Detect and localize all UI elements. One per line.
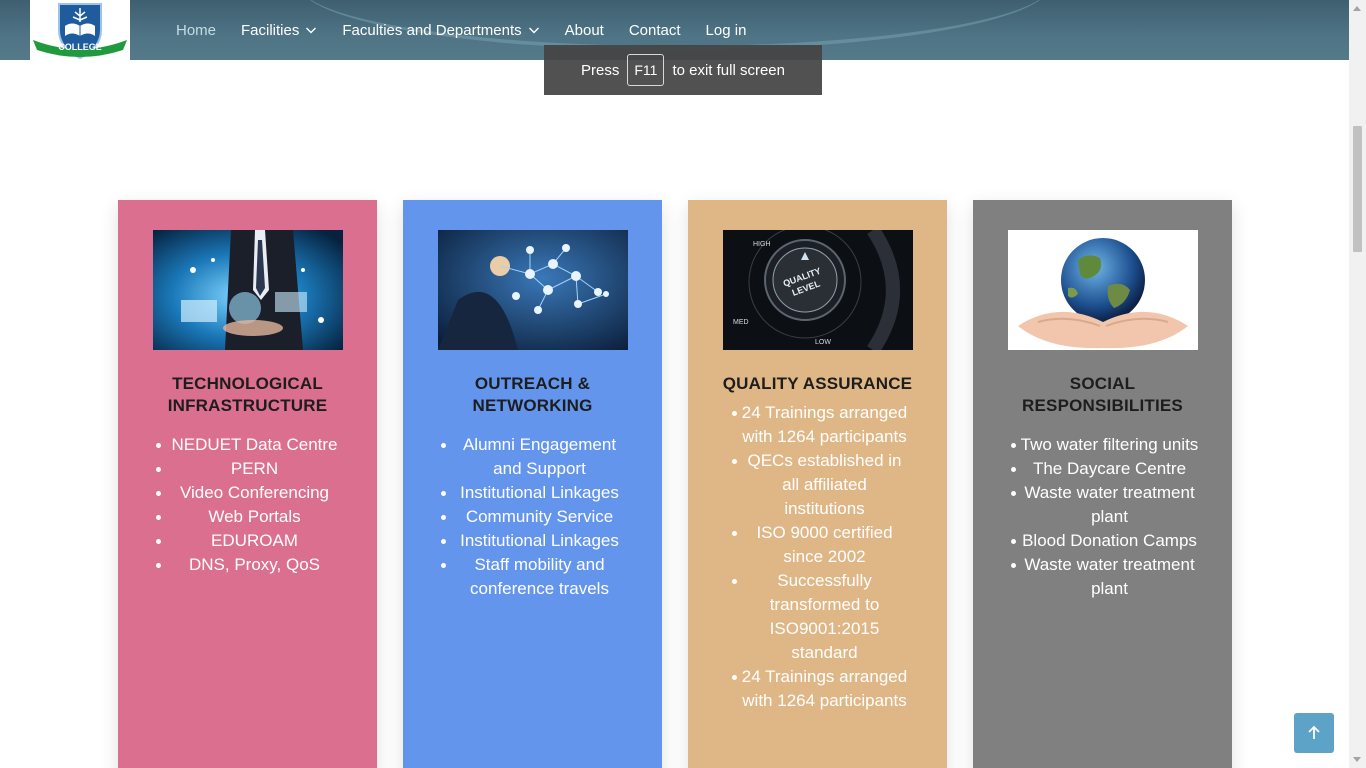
nav-facilities[interactable]: Facilities (241, 22, 317, 39)
chevron-down-icon (306, 27, 317, 34)
fullscreen-toast: Press F11 to exit full screen (544, 45, 822, 95)
nav-login-label: Log in (705, 21, 747, 39)
scrollbar-thumb[interactable] (1353, 126, 1362, 252)
list-item: EDUROAM (156, 529, 347, 553)
list-item: Alumni Engagement and Support (441, 433, 632, 481)
card-title: QUALITY ASSURANCE (722, 374, 913, 393)
list-item: Video Conferencing (156, 481, 347, 505)
list-item: QECs established in all affiliated insti… (732, 449, 909, 521)
card-quality-assurance: QUALITY LEVEL HIGH MED LOW QUALITY ASSUR… (688, 200, 947, 768)
nav-faculties[interactable]: Faculties and Departments (342, 22, 539, 39)
nav-about-label: About (564, 21, 604, 39)
list-item: Two water filtering units (1011, 433, 1202, 457)
nav-contact-label: Contact (628, 21, 681, 39)
quality-dial-image: QUALITY LEVEL HIGH MED LOW (722, 230, 913, 350)
logo-text: COLLEGE (58, 42, 102, 52)
list-item: 24 Trainings arranged with 1264 particip… (732, 665, 909, 713)
nav-about[interactable]: About (565, 22, 604, 39)
back-to-top-button[interactable] (1294, 713, 1334, 753)
nav-home[interactable]: Home (176, 22, 216, 39)
list-item: NEDUET Data Centre (156, 433, 347, 457)
list-item: Institutional Linkages (441, 529, 632, 553)
list-item: Institutional Linkages (441, 481, 632, 505)
list-item: Community Service (441, 505, 632, 529)
list-item: DNS, Proxy, QoS (156, 553, 347, 577)
card-technological-infrastructure: TECHNOLOGICAL INFRASTRUCTURE NEDUET Data… (118, 200, 377, 768)
list-item: Blood Donation Camps (1011, 529, 1202, 553)
toast-text-before: Press (581, 61, 620, 79)
dial-low: LOW (815, 339, 831, 346)
list-item: The Daycare Centre (1011, 457, 1202, 481)
dial-high: HIGH (753, 241, 771, 248)
list-item: Staff mobility and conference travels (441, 553, 632, 601)
list-item: PERN (156, 457, 347, 481)
card-title: TECHNOLOGICAL INFRASTRUCTURE (167, 374, 328, 415)
card-list: Alumni Engagement and Support Institutio… (403, 433, 662, 601)
list-item: Waste water treatment plant (1011, 481, 1202, 529)
card-list: Two water filtering units The Daycare Ce… (973, 433, 1232, 601)
network-image (437, 230, 628, 350)
page-scrollbar[interactable] (1349, 0, 1366, 768)
earth-in-hands-image (1007, 230, 1198, 350)
card-list: 24 Trainings arranged with 1264 particip… (688, 401, 947, 713)
technology-image (152, 230, 343, 350)
card-title: SOCIAL RESPONSIBILITIES (1022, 374, 1183, 415)
chevron-down-icon (528, 27, 539, 34)
card-outreach-networking: OUTREACH & NETWORKING Alumni Engagement … (403, 200, 662, 768)
card-social-responsibilities: SOCIAL RESPONSIBILITIES Two water filter… (973, 200, 1232, 768)
list-item: Waste water treatment plant (1011, 553, 1202, 601)
nav-faculties-label: Faculties and Departments (342, 21, 522, 39)
nav-login[interactable]: Log in (706, 22, 747, 39)
card-title: OUTREACH & NETWORKING (472, 374, 593, 415)
college-logo-icon: COLLEGE (33, 3, 127, 60)
list-item: Successfully transformed to ISO9001:2015… (732, 569, 909, 665)
dial-med: MED (733, 319, 749, 326)
arrow-up-icon (1308, 725, 1320, 739)
list-item: 24 Trainings arranged with 1264 particip… (732, 401, 909, 449)
list-item: ISO 9000 certified since 2002 (732, 521, 909, 569)
toast-text-after: to exit full screen (672, 61, 785, 79)
nav-home-label: Home (176, 21, 217, 39)
card-list: NEDUET Data Centre PERN Video Conferenci… (118, 433, 377, 577)
scroll-up-arrow-icon[interactable] (1353, 6, 1361, 11)
college-logo[interactable]: COLLEGE (30, 0, 130, 60)
nav-facilities-label: Facilities (241, 21, 300, 39)
scroll-down-arrow-icon[interactable] (1353, 757, 1361, 762)
toast-key: F11 (627, 54, 665, 86)
list-item: Web Portals (156, 505, 347, 529)
nav-contact[interactable]: Contact (629, 22, 681, 39)
